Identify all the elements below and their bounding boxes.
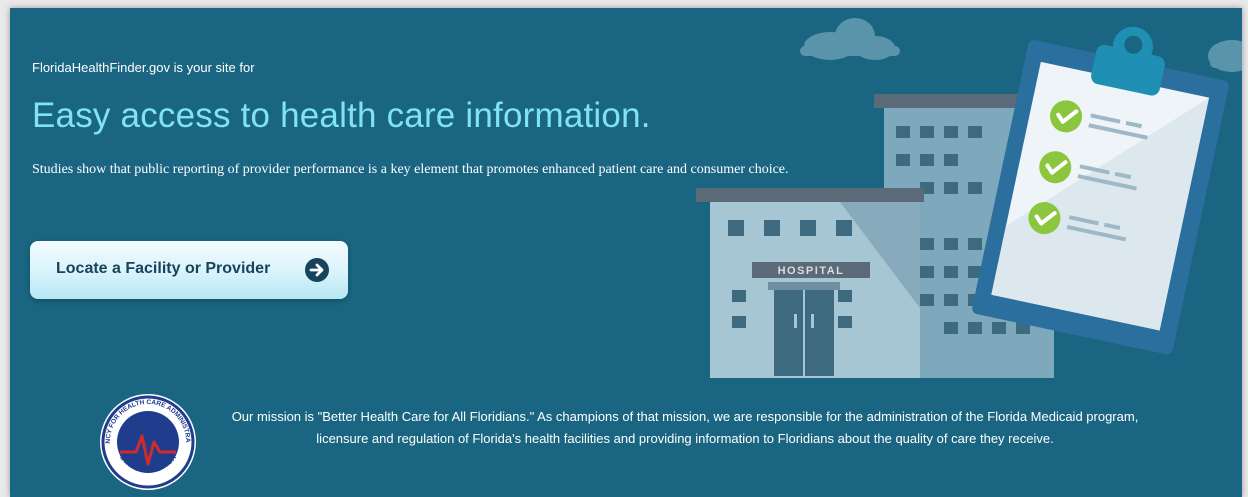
arrow-right-circle-icon bbox=[305, 258, 329, 282]
mission-section: AGENCY FOR HEALTH CARE ADMINISTRATION ST… bbox=[10, 392, 1242, 492]
page-headline: Easy access to health care information. bbox=[32, 96, 651, 135]
ahca-seal: AGENCY FOR HEALTH CARE ADMINISTRATION ST… bbox=[98, 392, 196, 490]
cloud-icon bbox=[1208, 40, 1242, 72]
mission-statement: Our mission is "Better Health Care for A… bbox=[231, 409, 1139, 446]
locate-facility-button[interactable]: Locate a Facility or Provider bbox=[30, 241, 348, 299]
hospital-clipboard-illustration: HOSPITAL bbox=[696, 18, 1242, 378]
clipboard-checklist bbox=[972, 26, 1229, 355]
site-tagline: FloridaHealthFinder.gov is your site for bbox=[32, 60, 255, 75]
cloud-icon bbox=[800, 18, 900, 60]
locate-facility-button-label: Locate a Facility or Provider bbox=[56, 260, 271, 277]
hero-banner: FloridaHealthFinder.gov is your site for… bbox=[10, 8, 1242, 497]
hospital-building: HOSPITAL bbox=[696, 188, 924, 378]
hospital-sign: HOSPITAL bbox=[778, 265, 845, 277]
